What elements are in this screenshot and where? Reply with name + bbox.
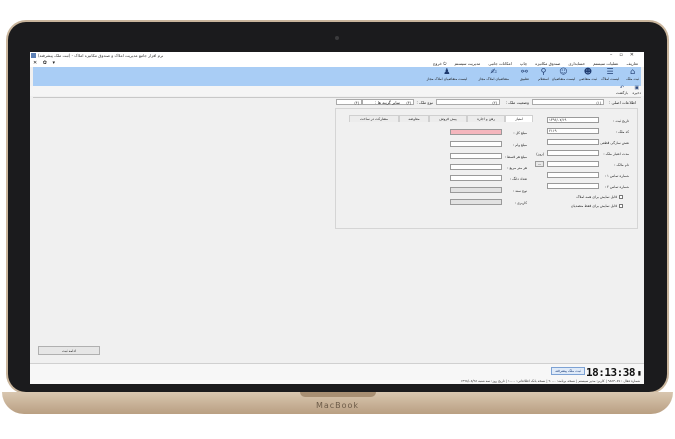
- hand-icon: ✍: [490, 67, 498, 76]
- tab-presale[interactable]: پیش فروش: [429, 115, 467, 122]
- ribbon-button-allowed-applicants-list[interactable]: ♟ لیست متقاضیان املاک مجاز: [427, 67, 467, 82]
- menu-item-print[interactable]: چاپ: [520, 61, 527, 66]
- show-agents-label: قابل نمایش برای فقط متصدیان: [570, 204, 617, 208]
- property-panel: تاریخ ثبت : ۱۳۹۶/۰۷/۱۹ کد ملک : ۲۱۱۹ نقش…: [335, 108, 638, 229]
- deed-type-label: نوع سند :: [512, 189, 527, 193]
- power-icon: ⏻: [442, 61, 447, 66]
- link-icon: ⚯: [521, 67, 528, 76]
- menu-item-extras[interactable]: امکانات جانبی: [488, 61, 511, 66]
- title-bar: نرم افزار جامع مدیریت املاک و صندوق مکان…: [30, 52, 644, 60]
- main-info-label: اطلاعات اصلی :: [608, 100, 636, 105]
- close-icon[interactable]: ✕: [630, 52, 641, 58]
- property-code-label: کد ملک :: [615, 130, 629, 134]
- final-role-input[interactable]: [547, 139, 599, 145]
- home-icon: ⌂: [630, 67, 636, 76]
- ribbon-button-match[interactable]: ⚯ تطبیق: [520, 67, 529, 82]
- loan-amount-label: مبلغ وام :: [512, 143, 527, 147]
- ribbon-button-property-list[interactable]: ☰ لیست املاک: [601, 67, 619, 82]
- app-icon: [31, 53, 36, 58]
- minimize-icon[interactable]: –: [610, 52, 620, 58]
- ribbon-toolbar: ⌂ ثبت ملک ☰ لیست املاک ☻ ثبت متقاضی ☺ لی…: [33, 67, 641, 87]
- maximize-icon[interactable]: ▫: [619, 52, 629, 58]
- back-button[interactable]: ↶ بازگشت: [616, 86, 628, 96]
- property-type-label: نوع ملک :: [416, 100, 433, 105]
- laptop-notch: [300, 392, 376, 397]
- ribbon-button-allowed-applicants[interactable]: ✍ متقاضیان املاک مجاز: [478, 67, 509, 82]
- register-date-label: تاریخ ثبت :: [613, 119, 629, 123]
- owner-name-label: نام مالک :: [614, 163, 629, 167]
- window-controls[interactable]: –▫✕: [610, 52, 641, 58]
- final-role-label: نقش سازگی قطعی :: [597, 141, 629, 145]
- app-screen: نرم افزار جامع مدیریت املاک و صندوق مکان…: [30, 52, 644, 384]
- users-icon: ☺: [559, 67, 568, 76]
- phone2-label: شماره تماس ۲ :: [604, 185, 629, 189]
- ribbon-button-inquiry[interactable]: ⚲ استعلام: [538, 67, 549, 82]
- usage-select[interactable]: [450, 199, 502, 205]
- show-agents-checkbox[interactable]: [619, 204, 623, 208]
- share-count-label: تعداد دانگ :: [509, 177, 527, 181]
- menu-item-operations[interactable]: عملیات سیستم: [593, 61, 618, 66]
- total-amount-label: مبلغ کل :: [513, 131, 527, 135]
- validity-input[interactable]: [547, 150, 599, 156]
- other-options-label: سایر گزینه ها :: [375, 100, 400, 105]
- tab-construction-partnership[interactable]: مشارکت در ساخت: [349, 115, 399, 122]
- digital-clock: 18:13:38: [586, 366, 635, 379]
- per-meter-input[interactable]: [450, 164, 502, 170]
- signal-icon: ▮: [637, 370, 641, 377]
- menu-bar: ✕ ✿ ▾ تعاریف عملیات سیستم حسابداری صندوق…: [30, 60, 644, 67]
- property-status-label: وضعیت ملک :: [505, 100, 529, 105]
- owner-name-input[interactable]: [547, 161, 599, 167]
- other-options-select[interactable]: (۴): [336, 99, 362, 105]
- status-info: شماره فعال : ۹۸۸۳۰۸۷ | کاربر: مدیر سیستم…: [460, 379, 640, 383]
- validity-label: مدت اعتبار ملک :: [603, 152, 629, 156]
- register-date-input[interactable]: ۱۳۹۶/۰۷/۱۹: [547, 117, 599, 123]
- loan-amount-input[interactable]: [450, 141, 502, 147]
- user-add-icon: ☻: [583, 67, 593, 76]
- property-status-select[interactable]: (۲): [436, 99, 500, 105]
- save-button[interactable]: ▣ ذخیره: [632, 86, 641, 96]
- installment-input[interactable]: [450, 153, 502, 159]
- menu-item-exit[interactable]: ⏻ خروج: [433, 61, 447, 66]
- ribbon-button-add-property[interactable]: ⌂ ثبت ملک: [626, 67, 639, 82]
- phone1-input[interactable]: [547, 172, 599, 178]
- deal-tabs: امتیاز رهن و اجاره پیش فروش معاوضه مشارک…: [349, 115, 533, 122]
- menu-item-accounting[interactable]: حسابداری: [568, 61, 585, 66]
- deed-type-select[interactable]: [450, 187, 502, 193]
- phone1-label: شماره تماس ۱ :: [604, 174, 629, 178]
- ribbon-button-applicant-list[interactable]: ☺ لیست متقاضیان: [552, 67, 575, 82]
- quick-controls[interactable]: ✕ ✿ ▾: [33, 60, 57, 66]
- tab-mortgage-rent[interactable]: رهن و اجاره: [467, 115, 505, 122]
- macbook-label: MacBook: [315, 401, 360, 410]
- menu-item-cashbox[interactable]: صندوق مکانیزه: [535, 61, 560, 66]
- camera-icon: [335, 36, 339, 40]
- status-bar: ثبت ملک پیشرفته 18:13:38 ▮ شماره فعال : …: [30, 363, 644, 384]
- ribbon-button-add-applicant[interactable]: ☻ ثبت متقاضی: [579, 67, 597, 82]
- list-icon: ☰: [606, 67, 614, 76]
- owner-lookup-button[interactable]: ...: [535, 161, 544, 167]
- action-bar: ▣ ذخیره ↶ بازگشت: [30, 86, 644, 96]
- menu-items: تعاریف عملیات سیستم حسابداری صندوق مکانی…: [433, 61, 638, 66]
- search-icon: ⚲: [540, 67, 547, 76]
- continue-register-button[interactable]: ادامه ثبت: [38, 346, 100, 355]
- main-info-select[interactable]: (۱): [532, 99, 604, 105]
- menu-item-definitions[interactable]: تعاریف: [627, 61, 638, 66]
- per-meter-label: هر متر مربع :: [507, 166, 527, 170]
- window-title: نرم افزار جامع مدیریت املاک و صندوق مکان…: [38, 53, 164, 58]
- advanced-register-status-button[interactable]: ثبت ملک پیشرفته: [551, 367, 585, 375]
- show-all-checkbox[interactable]: [619, 195, 623, 199]
- installment-label: مبلغ هر قسط :: [504, 155, 527, 159]
- phone2-input[interactable]: [547, 183, 599, 189]
- tab-points[interactable]: امتیاز: [505, 115, 533, 122]
- validity-unit: (روز): [536, 152, 544, 156]
- section-bar: اطلاعات اصلی : (۱) وضعیت ملک : (۲) نوع م…: [30, 98, 644, 107]
- people-icon: ♟: [443, 67, 451, 76]
- menu-item-admin[interactable]: مدیریت سیستم: [454, 61, 480, 66]
- property-code-input[interactable]: ۲۱۱۹: [547, 128, 599, 134]
- tab-exchange[interactable]: معاوضه: [399, 115, 429, 122]
- show-all-label: قابل نمایش برای همه املاک: [576, 195, 617, 199]
- share-count-input[interactable]: [450, 175, 502, 181]
- total-amount-input[interactable]: [450, 129, 502, 135]
- usage-label: کاربری :: [514, 201, 527, 205]
